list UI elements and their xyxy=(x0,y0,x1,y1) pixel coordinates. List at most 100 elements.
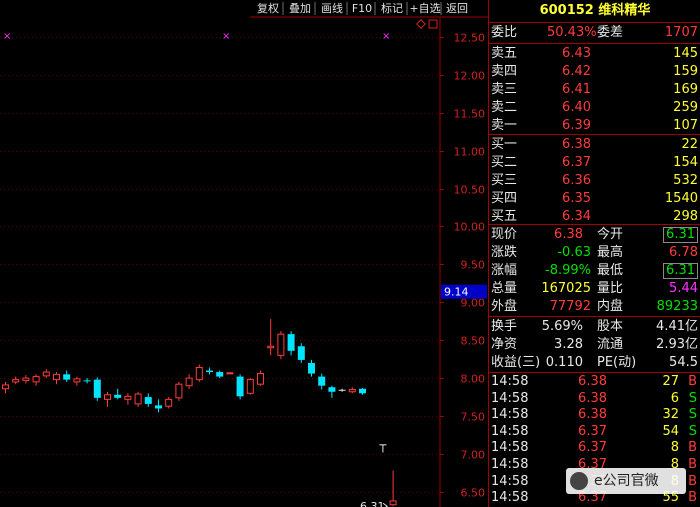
shouyi-label: 收益(三) xyxy=(491,355,541,370)
candle-body xyxy=(277,333,285,356)
tick-price: 6.38 xyxy=(578,407,607,423)
tick-row[interactable]: 14:58 6.38 32 S xyxy=(489,407,700,423)
candle xyxy=(93,377,101,401)
y-tick-label: 12.00 xyxy=(454,70,486,83)
bid-row[interactable]: 买四 6.35 1540 xyxy=(489,190,700,208)
candle xyxy=(114,388,122,400)
candle-body xyxy=(12,379,20,383)
ask-row[interactable]: 卖三 6.41 169 xyxy=(489,81,700,99)
candle-body xyxy=(175,383,183,399)
zhangfu-label: 涨幅 xyxy=(491,263,518,278)
jingzi-label: 净资 xyxy=(491,337,518,352)
ask-row[interactable]: 卖四 6.42 159 xyxy=(489,63,700,81)
level-volume: 107 xyxy=(673,118,698,133)
weibi-value: 50.43% xyxy=(547,25,597,40)
toolbar-button[interactable]: 叠加 xyxy=(289,2,311,15)
stock-code: 600152 xyxy=(539,3,594,18)
toolbar-button[interactable]: F10 xyxy=(352,2,372,15)
tick-volume: 6 xyxy=(670,390,679,406)
level-volume: 154 xyxy=(673,155,698,170)
liangbi-label: 量比 xyxy=(597,281,624,296)
toolbar-button-label: 返回 xyxy=(446,2,468,15)
candle-body xyxy=(257,373,264,385)
stats-row-2: 涨跌 -0.63 最高 6.78 xyxy=(489,244,700,262)
shouyi-value: 0.110 xyxy=(545,355,583,370)
chart-toolbar: 复权 叠加 画线 F10 标记 +自选 返回 xyxy=(250,0,488,29)
grid-lines xyxy=(0,37,440,493)
ask-row[interactable]: 卖一 6.39 107 xyxy=(489,117,700,135)
candle xyxy=(246,378,254,395)
divider xyxy=(489,43,700,44)
divider xyxy=(489,372,700,373)
jinkai-value: 6.31 xyxy=(663,227,698,243)
level-label: 买三 xyxy=(491,173,518,188)
level-volume: 22 xyxy=(681,137,698,152)
candle xyxy=(134,391,142,407)
candles xyxy=(2,318,397,507)
toolbar-button[interactable]: 标记 xyxy=(381,1,403,15)
y-tick-label: 7.50 xyxy=(461,411,486,424)
candle-body xyxy=(236,376,244,397)
candle xyxy=(348,387,356,394)
candle-body xyxy=(206,370,213,373)
fund-row-3: 收益(三) 0.110 PE(动) 54.5 xyxy=(489,354,700,372)
level-price: 6.37 xyxy=(562,155,591,170)
toolbar-button[interactable]: 返回 xyxy=(446,2,468,15)
candle-body xyxy=(246,379,254,394)
pe-value: 54.5 xyxy=(669,355,698,370)
jingzi-value: 3.28 xyxy=(554,337,583,352)
candle-body xyxy=(389,500,397,506)
candlestick-chart[interactable]: 12.50 12.00 11.50 11.00 10.50 10.00 9.50 9.00 8.… xyxy=(0,0,488,507)
y-tick-label: 12.50 xyxy=(454,32,486,45)
level-volume: 259 xyxy=(673,100,698,115)
chart-canvas[interactable]: 12.5012.0011.5011.0010.5010.009.509.008.… xyxy=(0,0,488,507)
level-label: 卖五 xyxy=(491,46,518,61)
candle-body xyxy=(32,376,40,383)
candle-body xyxy=(2,384,9,390)
candle xyxy=(185,374,193,389)
xianjia-label: 现价 xyxy=(491,227,518,242)
bid-row[interactable]: 买三 6.36 532 xyxy=(489,172,700,190)
candle xyxy=(216,370,224,379)
tick-row[interactable]: 14:58 6.38 6 S xyxy=(489,391,700,407)
guben-label: 股本 xyxy=(597,319,624,334)
level-price: 6.38 xyxy=(562,137,591,152)
level-price: 6.42 xyxy=(562,64,591,79)
ask-row[interactable]: 卖二 6.40 259 xyxy=(489,99,700,117)
candle-body xyxy=(83,380,91,382)
tick-volume: 27 xyxy=(662,374,679,389)
candle-body xyxy=(287,334,295,351)
tick-side: B xyxy=(688,473,697,489)
candle-body xyxy=(328,387,336,392)
candle-body xyxy=(155,405,162,409)
candle xyxy=(267,318,275,356)
weicha-label: 委差 xyxy=(597,25,624,40)
ask-row[interactable]: 卖五 6.43 145 xyxy=(489,45,700,63)
divider xyxy=(489,22,700,23)
huanshou-label: 换手 xyxy=(491,319,518,334)
weicha-value: 1707 xyxy=(664,25,698,40)
bid-row[interactable]: 买二 6.37 154 xyxy=(489,154,700,172)
tick-row[interactable]: 14:58 6.37 8B xyxy=(489,440,700,456)
stats-row-1: 现价 6.38 今开 6.31 xyxy=(489,226,700,244)
toolbar-button[interactable]: 画线 xyxy=(321,1,343,15)
tick-volume: 32 xyxy=(662,407,679,423)
tick-row[interactable]: 14:58 6.38 27 B xyxy=(489,374,700,390)
toolbar-button[interactable]: +自选 xyxy=(409,2,440,15)
toolbar-button[interactable]: 复权 xyxy=(257,1,279,15)
zuigao-label: 最高 xyxy=(597,245,624,260)
level-volume: 159 xyxy=(673,64,698,79)
bid-row[interactable]: 买一 6.38 22 xyxy=(489,136,700,154)
pe-label: PE(动) xyxy=(597,355,637,370)
candle xyxy=(308,359,315,377)
candle-body xyxy=(104,394,111,400)
stock-name: 维科精华 xyxy=(598,3,651,18)
tick-time: 14:58 xyxy=(491,374,529,389)
toolbar-button-label: +自选 xyxy=(409,2,440,15)
tick-row[interactable]: 14:58 6.37 54 S xyxy=(489,424,700,440)
candle-body xyxy=(185,377,193,387)
info-mark-icon: × xyxy=(222,31,230,42)
tick-side: S xyxy=(688,423,697,439)
tick-time: 14:58 xyxy=(491,407,529,423)
markers: 6.31 9.14 × × × xyxy=(3,31,487,507)
